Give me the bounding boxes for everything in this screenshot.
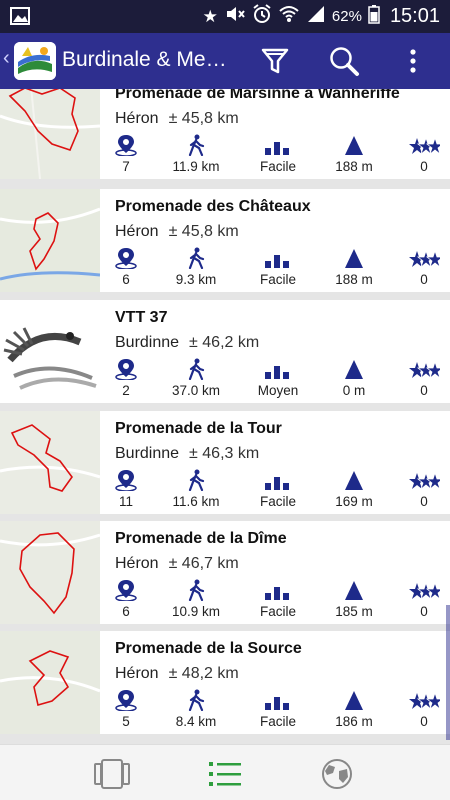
walk-distance-away: ± 45,8 km (168, 110, 239, 127)
map-pin-icon (86, 689, 166, 712)
stars-icon (384, 469, 450, 491)
list-item[interactable]: Promenade de la Tour Burdinne ± 46,3 km 1… (0, 411, 450, 514)
battery-percent: 62% (331, 8, 362, 25)
walk-distance-away: ± 46,3 km (189, 445, 260, 462)
globe-map-icon[interactable] (317, 757, 357, 791)
walk-distance-away: ± 46,2 km (189, 334, 260, 351)
hiker-icon (156, 134, 236, 157)
map-pin-icon (86, 469, 166, 492)
alarm-icon (252, 4, 272, 29)
mountain-icon (314, 689, 394, 711)
route-map-thumbnail (0, 631, 100, 734)
walk-title: Promenade de la Tour (115, 420, 282, 437)
walk-distance-away: ± 48,2 km (168, 665, 239, 682)
app-title: Burdinale & Me… (62, 48, 227, 71)
status-bar: ★ 62% 15:01 (0, 0, 450, 33)
hiker-icon (156, 579, 236, 602)
walk-title: Promenade de la Dîme (115, 530, 287, 547)
list-item[interactable]: Promenade des Châteaux Héron ± 45,8 km 6 … (0, 189, 450, 292)
walk-title: Promenade des Châteaux (115, 198, 311, 215)
overflow-menu-icon[interactable] (396, 45, 430, 77)
filter-icon[interactable] (258, 45, 292, 77)
list-item[interactable]: Promenade de la Source Héron ± 48,2 km 5 … (0, 631, 450, 734)
vtt-thumbnail (0, 300, 100, 403)
walks-list[interactable]: Promenade de Marsinne à Wanhériffe Héron… (0, 89, 450, 744)
stars-icon (384, 134, 450, 156)
difficulty-bars-icon (238, 469, 318, 491)
list-item[interactable]: VTT 37 Burdinne ± 46,2 km 2 37.0 km Moyen… (0, 300, 450, 403)
walk-location: Héron ± 48,2 km (115, 665, 239, 682)
difficulty-bars-icon (238, 247, 318, 269)
walk-location: Héron ± 46,7 km (115, 555, 239, 572)
list-view-icon[interactable] (205, 757, 245, 791)
difficulty-bars-icon (238, 689, 318, 711)
stars-icon (384, 689, 450, 711)
walk-stats: 11 11.6 km Facile 169 m 0 (100, 469, 450, 511)
mountain-icon (314, 579, 394, 601)
route-map-thumbnail (0, 521, 100, 624)
hiker-icon (156, 247, 236, 270)
map-pin-icon (86, 358, 166, 381)
walk-distance-away: ± 45,8 km (168, 223, 239, 240)
battery-icon (368, 4, 380, 29)
hiker-icon (156, 358, 236, 381)
star-icon: ★ (202, 6, 218, 26)
walk-title: Promenade de Marsinne à Wanhériffe (115, 89, 400, 102)
map-pin-icon (86, 579, 166, 602)
map-pin-icon (86, 247, 166, 270)
signal-icon (306, 4, 326, 29)
route-map-thumbnail (0, 189, 100, 292)
difficulty-bars-icon (238, 134, 318, 156)
back-chevron-icon[interactable]: ‹ (3, 47, 10, 70)
clock: 15:01 (389, 5, 440, 27)
wifi-icon (278, 4, 300, 29)
difficulty-bars-icon (238, 579, 318, 601)
hiker-icon (156, 689, 236, 712)
mute-icon (224, 4, 246, 29)
action-bar: ‹ Burdinale & Me… (0, 33, 450, 89)
walk-location: Héron ± 45,8 km (115, 223, 239, 240)
walk-distance-away: ± 46,7 km (168, 555, 239, 572)
list-item[interactable]: Promenade de la Dîme Héron ± 46,7 km 6 10… (0, 521, 450, 624)
walk-stats: 7 11.9 km Facile 188 m 0 (100, 134, 450, 176)
walk-location: Héron ± 45,8 km (115, 110, 239, 127)
difficulty-bars-icon (238, 358, 318, 380)
mountain-icon (314, 358, 394, 380)
mountain-icon (314, 469, 394, 491)
stars-icon (384, 579, 450, 601)
hiker-icon (156, 469, 236, 492)
stars-icon (384, 358, 450, 380)
walk-location: Burdinne ± 46,3 km (115, 445, 260, 462)
map-pin-icon (86, 134, 166, 157)
scrollbar[interactable] (446, 605, 450, 740)
walk-stats: 2 37.0 km Moyen 0 m 0 (100, 358, 450, 400)
route-map-thumbnail (0, 89, 100, 179)
walk-title: Promenade de la Source (115, 640, 302, 657)
search-icon[interactable] (327, 45, 361, 77)
walk-location: Burdinne ± 46,2 km (115, 334, 260, 351)
route-map-thumbnail (0, 411, 100, 514)
mountain-icon (314, 134, 394, 156)
mountain-icon (314, 247, 394, 269)
list-item[interactable]: Promenade de Marsinne à Wanhériffe Héron… (0, 89, 450, 179)
walk-stats: 5 8.4 km Facile 186 m 0 (100, 689, 450, 731)
walk-title: VTT 37 (115, 309, 168, 326)
app-logo[interactable] (14, 42, 56, 80)
cards-view-icon[interactable] (92, 757, 132, 791)
walk-stats: 6 9.3 km Facile 188 m 0 (100, 247, 450, 289)
bottom-nav-bar (0, 744, 450, 800)
stars-icon (384, 247, 450, 269)
gallery-notification-icon (10, 7, 30, 30)
walk-stats: 6 10.9 km Facile 185 m 0 (100, 579, 450, 621)
